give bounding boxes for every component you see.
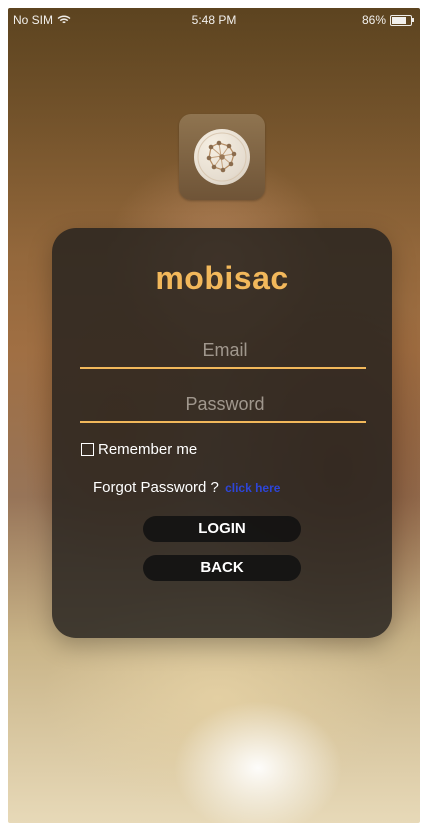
logo-network-icon <box>197 132 247 182</box>
back-button[interactable]: BACK <box>143 555 301 581</box>
app-logo-icon <box>179 114 265 200</box>
forgot-password-link[interactable]: click here <box>225 481 280 495</box>
status-time: 5:48 PM <box>191 13 237 27</box>
password-underline <box>80 421 366 423</box>
login-card: mobisac Remember me Forgot Password ? cl… <box>52 228 392 638</box>
status-bar: No SIM 5:48 PM 86% <box>8 8 420 32</box>
email-input[interactable] <box>80 330 370 370</box>
checkbox-icon[interactable] <box>81 443 94 456</box>
app-screen: No SIM 5:48 PM 86% mobisac Email Remembe… <box>8 8 420 823</box>
remember-me-label: Remember me <box>98 441 198 458</box>
remember-me-row[interactable]: Remember me <box>81 441 197 458</box>
forgot-password-text: Forgot Password ? <box>93 479 219 496</box>
login-button[interactable]: LOGIN <box>143 516 301 542</box>
password-field-wrapper <box>80 384 370 424</box>
email-underline <box>80 367 366 369</box>
status-right: 86% <box>361 8 414 32</box>
battery-icon <box>390 14 414 26</box>
battery-percentage: 86% <box>361 13 386 27</box>
email-field-wrapper <box>80 330 370 370</box>
forgot-password-row: Forgot Password ? click here <box>93 479 280 496</box>
battery-level <box>392 16 406 24</box>
password-input[interactable] <box>80 384 370 424</box>
app-title: mobisac <box>155 260 289 296</box>
